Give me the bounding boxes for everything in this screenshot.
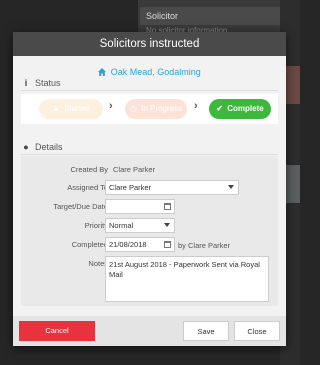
notes-row: Notes 21st August 2018 - Paperwork Sent … bbox=[21, 256, 278, 302]
info-icon: i bbox=[24, 78, 28, 88]
status-heading: Status bbox=[35, 78, 61, 88]
status-section-title: i Status bbox=[21, 78, 61, 88]
divider bbox=[21, 90, 278, 91]
status-step-in-progress[interactable]: ◷ In Progress bbox=[125, 99, 187, 119]
background-thumbnail bbox=[286, 165, 300, 203]
completed-by: by Clare Parker bbox=[178, 241, 231, 250]
modal-footer: Cancel Save Close bbox=[13, 316, 286, 346]
details-heading: Details bbox=[35, 142, 63, 152]
caret-down-icon bbox=[228, 185, 234, 189]
divider bbox=[21, 154, 278, 155]
cancel-button[interactable]: Cancel bbox=[19, 321, 95, 341]
background-panel-header: Solicitor bbox=[140, 7, 280, 25]
background-thumbnail bbox=[286, 66, 300, 104]
completed-value: 21/08/2018 bbox=[109, 240, 147, 249]
target-due-row: Target/Due Date bbox=[21, 199, 278, 215]
clock-icon: ◷ bbox=[129, 104, 137, 113]
caret-down-icon bbox=[164, 223, 170, 227]
assigned-to-row: Assigned To Clare Parker bbox=[21, 180, 278, 196]
assigned-to-value: Clare Parker bbox=[109, 183, 152, 192]
check-icon: ✔ bbox=[216, 104, 223, 113]
target-due-date-input[interactable] bbox=[105, 199, 175, 214]
created-by-value: Clare Parker bbox=[113, 165, 156, 174]
status-step-complete[interactable]: ✔ Complete bbox=[209, 99, 271, 119]
calendar-icon[interactable] bbox=[164, 241, 171, 248]
location-label[interactable]: Oak Mead, Godalming bbox=[111, 67, 201, 77]
assigned-to-label: Assigned To bbox=[67, 183, 108, 192]
priority-row: Priority Normal bbox=[21, 218, 278, 234]
priority-select[interactable]: Normal bbox=[105, 218, 175, 233]
calendar-icon[interactable] bbox=[164, 203, 171, 210]
user-icon: ● bbox=[23, 142, 29, 152]
priority-value: Normal bbox=[109, 221, 134, 230]
completed-label: Completed bbox=[71, 240, 108, 249]
property-location[interactable]: Oak Mead, Godalming bbox=[13, 66, 286, 78]
status-step-label: Complete bbox=[227, 104, 264, 113]
status-step-label: Started bbox=[64, 104, 90, 113]
warning-icon: ▲ bbox=[52, 104, 60, 113]
details-section-title: ● Details bbox=[21, 142, 63, 152]
status-step-label: In Progress bbox=[141, 104, 183, 113]
save-button[interactable]: Save bbox=[183, 321, 229, 341]
assigned-to-select[interactable]: Clare Parker bbox=[105, 180, 239, 195]
status-stepper: ▲ Started › ◷ In Progress › ✔ Complete bbox=[21, 94, 278, 124]
modal-title: Solicitors instructed bbox=[13, 32, 286, 56]
completed-date-input[interactable]: 21/08/2018 bbox=[105, 237, 175, 252]
target-due-label: Target/Due Date bbox=[53, 202, 108, 211]
solicitors-modal: Solicitors instructed Oak Mead, Godalmin… bbox=[13, 32, 286, 346]
completed-row: Completed 21/08/2018 by Clare Parker bbox=[21, 237, 278, 253]
home-icon bbox=[98, 68, 107, 76]
status-step-started[interactable]: ▲ Started bbox=[39, 99, 103, 119]
chevron-right-icon: › bbox=[109, 100, 113, 112]
created-by-row: Created By Clare Parker bbox=[21, 162, 278, 178]
close-button[interactable]: Close bbox=[234, 321, 280, 341]
notes-textarea[interactable]: 21st August 2018 - Paperwork Sent via Ro… bbox=[105, 256, 269, 302]
chevron-right-icon: › bbox=[194, 100, 198, 112]
created-by-label: Created By bbox=[70, 165, 108, 174]
details-panel: Created By Clare Parker Assigned To Clar… bbox=[21, 156, 278, 306]
